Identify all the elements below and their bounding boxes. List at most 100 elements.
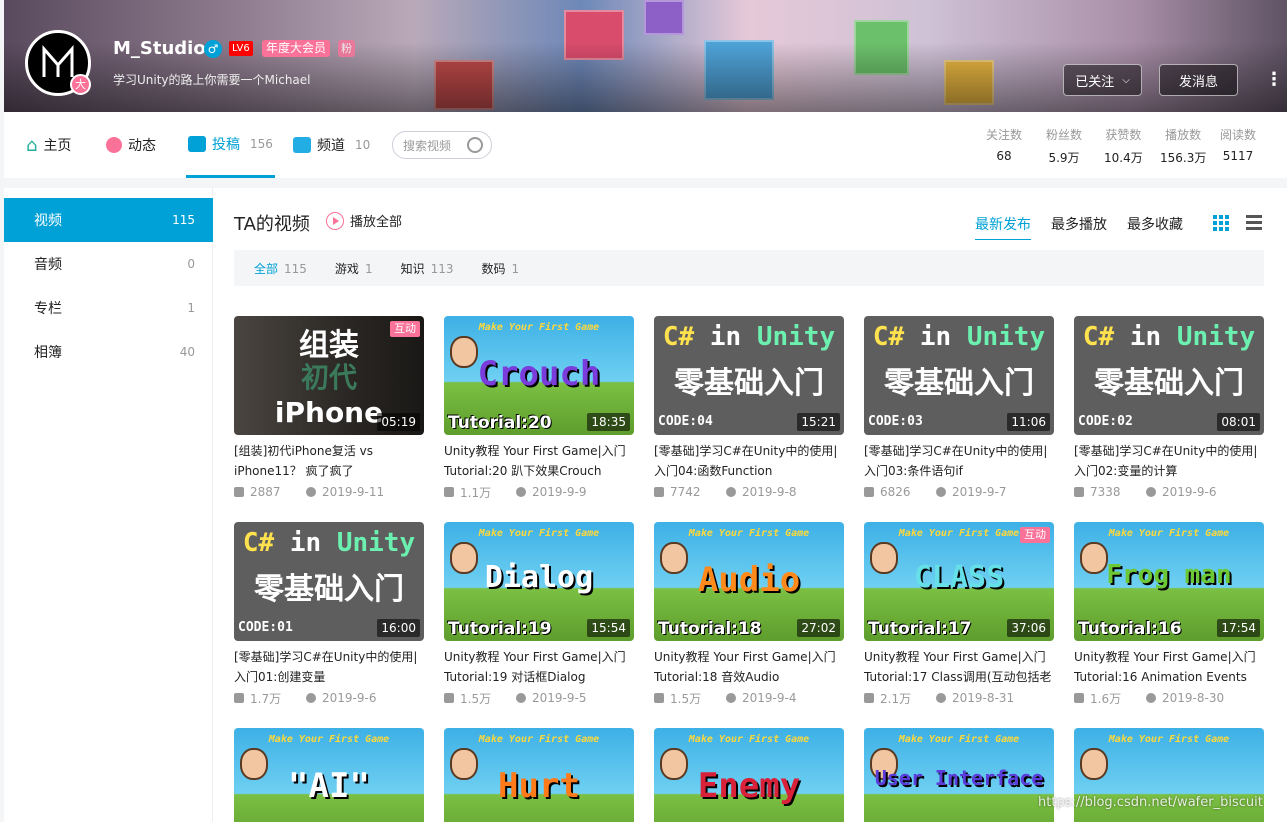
sidebar-item-label: 音频: [34, 257, 62, 273]
thumb-title: 零基础入门: [1094, 366, 1244, 401]
filter-label: 全部: [254, 261, 279, 276]
video-thumbnail[interactable]: Make Your First Game "AI": [234, 728, 424, 822]
sidebar-item-article[interactable]: 专栏 1: [4, 286, 213, 330]
video-title[interactable]: [零基础]学习C#在Unity中的使用|入门02:变量的计算: [1074, 441, 1264, 481]
stat-fans[interactable]: 粉丝数 5.9万: [1046, 126, 1082, 166]
video-thumbnail[interactable]: Make Your First Game User Interface: [864, 728, 1054, 822]
video-card[interactable]: Make Your First Game User Interface: [864, 728, 1054, 822]
sidebar-item-audio[interactable]: 音频 0: [4, 242, 213, 286]
video-views: 1.5万: [670, 691, 702, 706]
play-count-icon: [444, 693, 454, 703]
video-thumbnail[interactable]: C# in Unity 零基础入门 CODE:02 08:01: [1074, 316, 1264, 435]
thumb-title: Hurt: [498, 766, 580, 806]
video-card[interactable]: Make Your First Game Audio Tutorial:18 2…: [654, 522, 844, 707]
video-card[interactable]: Make Your First Game Enemy: [654, 728, 844, 822]
stat-value: 5117: [1222, 149, 1254, 163]
video-thumbnail[interactable]: Make Your First Game CLASS 互动 Tutorial:1…: [864, 522, 1054, 641]
video-card[interactable]: Make Your First Game Hurt: [444, 728, 634, 822]
search-input[interactable]: 搜索视频: [392, 131, 492, 159]
clock-icon: [936, 487, 946, 497]
grid-view-icon[interactable]: [1213, 215, 1229, 231]
thumb-header: Make Your First Game: [688, 528, 810, 539]
video-card[interactable]: Make Your First Game Crouch Tutorial:20 …: [444, 316, 634, 501]
thumb-title: Crouch: [477, 354, 601, 394]
video-card[interactable]: C# in Unity 零基础入门 CODE:04 15:21 [零基础]学习C…: [654, 316, 844, 501]
filter-digital[interactable]: 数码 1: [482, 260, 520, 277]
stat-value: 156.3万: [1160, 151, 1207, 165]
video-date: 2019-9-7: [952, 485, 1007, 499]
tab-contrib[interactable]: 投稿 156: [186, 112, 275, 178]
thumb-title: 零基础入门: [674, 366, 824, 401]
thumb-header: Make Your First Game: [478, 528, 600, 539]
search-icon[interactable]: [467, 137, 483, 153]
thumb-title: "AI": [288, 766, 370, 806]
video-card[interactable]: C# in Unity 零基础入门 CODE:01 16:00 [零基础]学习C…: [234, 522, 424, 707]
follow-button[interactable]: 已关注 ⌵: [1063, 64, 1142, 96]
tab-channel[interactable]: 频道 10: [293, 112, 370, 178]
thumb-header: Make Your First Game: [478, 734, 600, 745]
more-menu-icon[interactable]: ⋮: [1265, 70, 1283, 90]
video-thumbnail[interactable]: C# in Unity 零基础入门 CODE:01 16:00: [234, 522, 424, 641]
video-views: 1.7万: [250, 691, 282, 706]
video-card[interactable]: Make Your First Game "AI": [234, 728, 424, 822]
video-title[interactable]: [零基础]学习C#在Unity中的使用|入门04:函数Function: [654, 441, 844, 481]
filter-all[interactable]: 全部 115: [254, 260, 307, 277]
dynamic-icon: [106, 137, 122, 153]
sidebar-item-album[interactable]: 相簿 40: [4, 330, 213, 374]
filter-knowledge[interactable]: 知识 113: [401, 260, 454, 277]
message-button[interactable]: 发消息: [1159, 64, 1238, 96]
video-thumbnail[interactable]: Make Your First Game Crouch Tutorial:20 …: [444, 316, 634, 435]
stat-label: 获赞数: [1105, 128, 1142, 142]
video-title[interactable]: Unity教程 Your First Game|入门 Tutorial:19 对…: [444, 647, 634, 687]
message-label: 发消息: [1178, 74, 1218, 90]
video-card[interactable]: C# in Unity 零基础入门 CODE:03 11:06 [零基础]学习C…: [864, 316, 1054, 501]
video-thumbnail[interactable]: C# in Unity 零基础入门 CODE:03 11:06: [864, 316, 1054, 435]
video-card[interactable]: 组装 初代 iPhone 互动 05:19 [组装]初代iPhone复活 vs …: [234, 316, 424, 501]
video-date: 2019-9-9: [532, 485, 587, 499]
tab-home[interactable]: ⌂ 主页: [26, 112, 71, 178]
thumb-header: Make Your First Game: [1108, 528, 1230, 539]
play-count-icon: [444, 487, 454, 497]
sidebar-item-video[interactable]: 视频 115: [4, 198, 213, 242]
video-thumbnail[interactable]: Make Your First Game Hurt: [444, 728, 634, 822]
video-thumbnail[interactable]: Make Your First Game Enemy: [654, 728, 844, 822]
video-thumbnail[interactable]: Make Your First Game Audio Tutorial:18 2…: [654, 522, 844, 641]
sort-most-favorited[interactable]: 最多收藏: [1127, 214, 1183, 234]
video-duration: 15:21: [797, 413, 840, 431]
thumb-title: 零基础入门: [254, 572, 404, 607]
video-title[interactable]: Unity教程 Your First Game|入门 Tutorial:20 趴…: [444, 441, 634, 481]
video-duration: 17:54: [1217, 619, 1260, 637]
video-title[interactable]: Unity教程 Your First Game|入门 Tutorial:17 C…: [864, 647, 1054, 687]
video-thumbnail[interactable]: Make Your First Game Dialog Tutorial:19 …: [444, 522, 634, 641]
video-card[interactable]: Make Your First Game Dialog Tutorial:19 …: [444, 522, 634, 707]
stat-following[interactable]: 关注数 68: [986, 126, 1022, 163]
video-thumbnail[interactable]: C# in Unity 零基础入门 CODE:04 15:21: [654, 316, 844, 435]
video-card[interactable]: Make Your First Game CLASS 互动 Tutorial:1…: [864, 522, 1054, 707]
play-all-label: 播放全部: [350, 215, 403, 230]
sort-most-played[interactable]: 最多播放: [1051, 214, 1107, 234]
list-view-icon[interactable]: [1246, 215, 1262, 231]
video-title[interactable]: [零基础]学习C#在Unity中的使用|入门01:创建变量: [234, 647, 424, 687]
play-all-button[interactable]: 播放全部: [326, 211, 402, 230]
clock-icon: [306, 487, 316, 497]
sidebar-item-count: 1: [187, 301, 195, 315]
thumb-title: 零基础入门: [884, 366, 1034, 401]
video-title[interactable]: [组装]初代iPhone复活 vs iPhone11？ 疯了疯了: [234, 441, 424, 481]
filter-game[interactable]: 游戏 1: [335, 260, 373, 277]
thumb-title: Enemy: [697, 766, 801, 806]
video-date: 2019-9-4: [742, 691, 797, 705]
thumb-header: Make Your First Game: [1108, 734, 1230, 745]
play-count-icon: [1074, 487, 1084, 497]
video-title[interactable]: Unity教程 Your First Game|入门 Tutorial:16 A…: [1074, 647, 1264, 687]
tab-dynamic[interactable]: 动态: [106, 112, 156, 178]
stat-value: 10.4万: [1104, 151, 1143, 165]
video-title[interactable]: [零基础]学习C#在Unity中的使用|入门03:条件语句if: [864, 441, 1054, 481]
thumb-title: CLASS: [913, 560, 1005, 595]
video-thumbnail[interactable]: 组装 初代 iPhone 互动 05:19: [234, 316, 424, 435]
sort-latest[interactable]: 最新发布: [975, 214, 1031, 240]
video-thumbnail[interactable]: Make Your First Game Frog man Tutorial:1…: [1074, 522, 1264, 641]
video-title[interactable]: Unity教程 Your First Game|入门 Tutorial:18 音…: [654, 647, 844, 687]
video-card[interactable]: Make Your First Game Frog man Tutorial:1…: [1074, 522, 1264, 707]
thumb-header: C# in Unity: [654, 322, 844, 352]
video-card[interactable]: C# in Unity 零基础入门 CODE:02 08:01 [零基础]学习C…: [1074, 316, 1264, 501]
